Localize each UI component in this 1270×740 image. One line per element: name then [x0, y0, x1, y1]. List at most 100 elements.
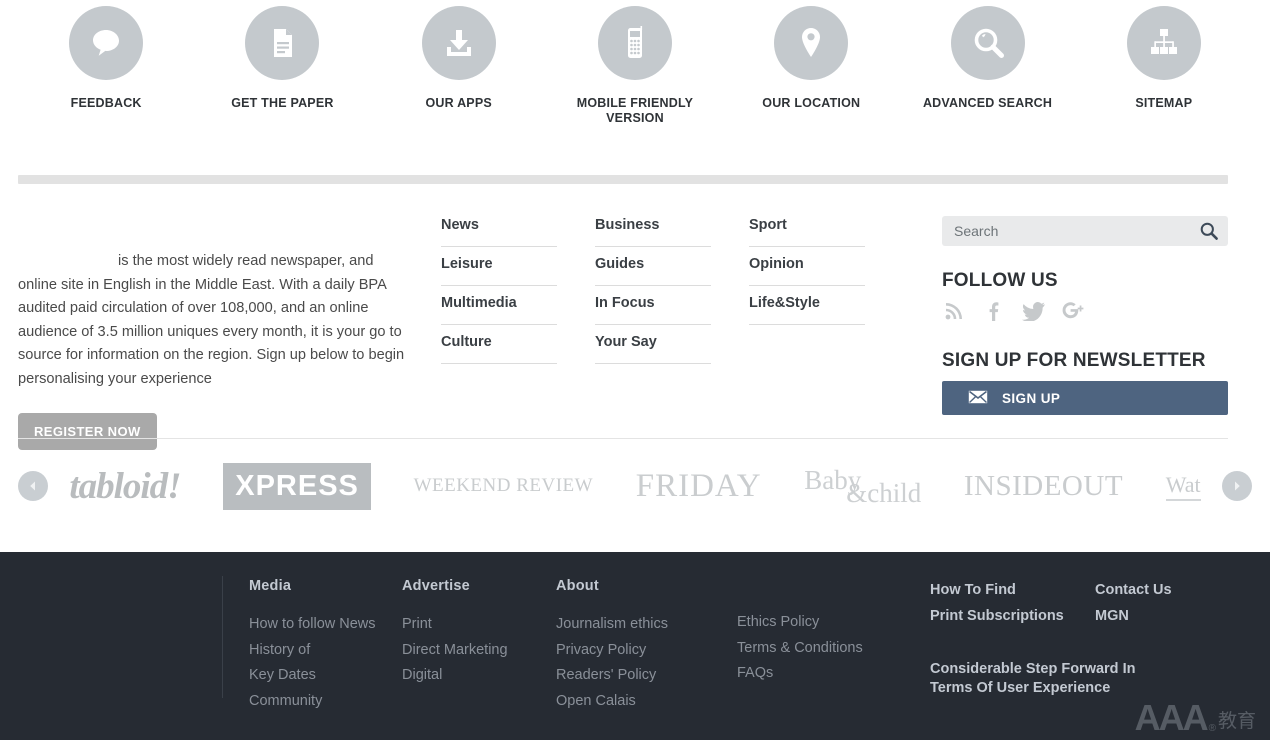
carousel-track: tabloid! XPRESS WEEKEND REVIEW FRIDAY Ba… — [48, 452, 1222, 520]
quicklink-feedback[interactable]: FEEDBACK — [18, 6, 194, 111]
quicklink-our-apps[interactable]: OUR APPS — [371, 6, 547, 111]
footer-heading-advertise: Advertise — [402, 578, 470, 594]
brand-baby-and-child[interactable]: Baby &child — [804, 466, 922, 508]
nav-link-multimedia[interactable]: Multimedia — [441, 286, 557, 325]
quicklink-mobile-friendly-version[interactable]: MOBILE FRIENDLY VERSION — [547, 6, 723, 126]
nav-link-life-and-style[interactable]: Life&Style — [749, 286, 865, 325]
nav-link-your-say[interactable]: Your Say — [595, 325, 711, 364]
watermark-cjk: 教育 — [1217, 711, 1256, 732]
search-input[interactable] — [942, 216, 1228, 246]
nav-column-1: News Leisure Multimedia Culture — [441, 216, 557, 364]
footer-link-print[interactable]: Print — [402, 612, 552, 638]
footer-link-faqs[interactable]: FAQs — [737, 661, 917, 687]
footer-link-community[interactable]: Community — [249, 689, 389, 715]
about-description: is the most widely read newspaper, and o… — [18, 253, 409, 387]
footer-link-how-to-find[interactable]: How To Find — [930, 578, 1095, 604]
footer-heading-about: About — [556, 578, 599, 594]
footer-vertical-divider — [222, 576, 223, 698]
chevron-right-icon — [1235, 481, 1240, 491]
carousel-next-button[interactable] — [1222, 471, 1252, 501]
footer-column-howto: How To Find Print Subscriptions — [930, 578, 1095, 629]
about-column: is the most widely read newspaper, and o… — [18, 250, 410, 450]
footer-tagline: Considerable Step Forward In Terms Of Us… — [930, 661, 1136, 696]
search-box[interactable] — [942, 216, 1228, 246]
page-root: FEEDBACK GET THE PAPER OUR APPS MOBILE F… — [0, 0, 1270, 740]
brand-insideout[interactable]: INSIDEOUT — [964, 470, 1123, 503]
watermark: AAA ® 教育 — [1134, 697, 1256, 738]
magnifier-icon — [1200, 222, 1218, 240]
footer-link-privacy-policy[interactable]: Privacy Policy — [556, 638, 726, 664]
footer-link-how-to-follow-news[interactable]: How to follow News — [249, 612, 389, 638]
nav-link-opinion[interactable]: Opinion — [749, 247, 865, 286]
footer-link-direct-marketing[interactable]: Direct Marketing — [402, 638, 552, 664]
google-plus-icon[interactable] — [1062, 298, 1086, 324]
carousel-top-divider — [18, 438, 1228, 439]
nav-link-sport[interactable]: Sport — [749, 216, 865, 247]
speech-bubble-icon — [69, 6, 144, 80]
nav-link-news[interactable]: News — [441, 216, 557, 247]
brand-xpress[interactable]: XPRESS — [223, 462, 371, 510]
carousel-prev-button[interactable] — [18, 471, 48, 501]
nav-column-3: Sport Opinion Life&Style — [749, 216, 865, 325]
brand-carousel: tabloid! XPRESS WEEKEND REVIEW FRIDAY Ba… — [0, 452, 1270, 520]
document-icon — [245, 6, 320, 80]
footer-link-history-of[interactable]: History of — [249, 638, 389, 664]
footer-link-digital[interactable]: Digital — [402, 663, 552, 689]
envelope-icon — [968, 390, 988, 407]
quicklink-label: FEEDBACK — [70, 96, 142, 110]
brand-friday[interactable]: FRIDAY — [636, 468, 762, 505]
twitter-icon[interactable] — [1022, 298, 1046, 324]
right-panel: FOLLOW US — [942, 216, 1228, 415]
footer-column-contact: Contact Us MGN — [1095, 578, 1235, 629]
social-links-row — [942, 296, 1228, 326]
footer-column-about: About Journalism ethics Privacy Policy R… — [556, 578, 726, 714]
section-divider-bar — [18, 175, 1228, 184]
footer-link-terms-and-conditions[interactable]: Terms & Conditions — [737, 636, 917, 662]
facebook-icon[interactable] — [982, 298, 1006, 324]
mobile-phone-icon — [597, 6, 672, 80]
register-now-button[interactable]: REGISTER NOW — [18, 413, 157, 450]
newsletter-heading: SIGN UP FOR NEWSLETTER — [942, 350, 1206, 371]
nav-link-leisure[interactable]: Leisure — [441, 247, 557, 286]
brand-tabloid[interactable]: tabloid! — [69, 465, 181, 508]
quicklink-sitemap[interactable]: SITEMAP — [1076, 6, 1252, 111]
sign-up-button[interactable]: SIGN UP — [942, 381, 1228, 415]
nav-column-2: Business Guides In Focus Your Say — [595, 216, 711, 364]
nav-link-in-focus[interactable]: In Focus — [595, 286, 711, 325]
magnifier-icon — [950, 6, 1025, 80]
watermark-latin: AAA — [1134, 697, 1209, 738]
quicklink-label: GET THE PAPER — [231, 96, 334, 110]
footer-link-ethics-policy[interactable]: Ethics Policy — [737, 610, 917, 636]
sitemap-icon — [1126, 6, 1201, 80]
footer-link-open-calais[interactable]: Open Calais — [556, 689, 726, 715]
nav-link-business[interactable]: Business — [595, 216, 711, 247]
quicklink-get-the-paper[interactable]: GET THE PAPER — [194, 6, 370, 111]
footer-link-contact-us[interactable]: Contact Us — [1095, 578, 1235, 604]
footer-column-advertise: Advertise Print Direct Marketing Digital — [402, 578, 552, 689]
nav-link-culture[interactable]: Culture — [441, 325, 557, 364]
brand-wat[interactable]: Wat — [1165, 472, 1201, 501]
quicklink-label: OUR APPS — [425, 96, 492, 110]
quicklink-advanced-search[interactable]: ADVANCED SEARCH — [899, 6, 1075, 111]
quicklink-label: MOBILE FRIENDLY VERSION — [576, 96, 694, 125]
watermark-registered-mark: ® — [1208, 723, 1216, 734]
quicklink-our-location[interactable]: OUR LOCATION — [723, 6, 899, 111]
footer-link-mgn[interactable]: MGN — [1095, 604, 1235, 630]
brand-baby-line2: &child — [846, 477, 922, 508]
search-submit-button[interactable] — [1198, 220, 1220, 242]
rss-icon[interactable] — [942, 298, 966, 324]
nav-link-guides[interactable]: Guides — [595, 247, 711, 286]
footer-link-readers-policy[interactable]: Readers' Policy — [556, 663, 726, 689]
footer-link-print-subscriptions[interactable]: Print Subscriptions — [930, 604, 1095, 630]
footer-link-journalism-ethics[interactable]: Journalism ethics — [556, 612, 726, 638]
quicklinks-strip: FEEDBACK GET THE PAPER OUR APPS MOBILE F… — [0, 0, 1270, 160]
brand-weekend-review[interactable]: WEEKEND REVIEW — [414, 475, 594, 497]
footer-column-policies: Ethics Policy Terms & Conditions FAQs — [737, 610, 917, 687]
quicklink-label: OUR LOCATION — [762, 96, 861, 110]
footer-link-key-dates[interactable]: Key Dates — [249, 663, 389, 689]
follow-us-heading: FOLLOW US — [942, 270, 1058, 291]
quicklink-label: SITEMAP — [1135, 96, 1193, 110]
download-icon — [421, 6, 496, 80]
sign-up-label: SIGN UP — [1002, 390, 1061, 406]
chevron-left-icon — [30, 481, 35, 491]
